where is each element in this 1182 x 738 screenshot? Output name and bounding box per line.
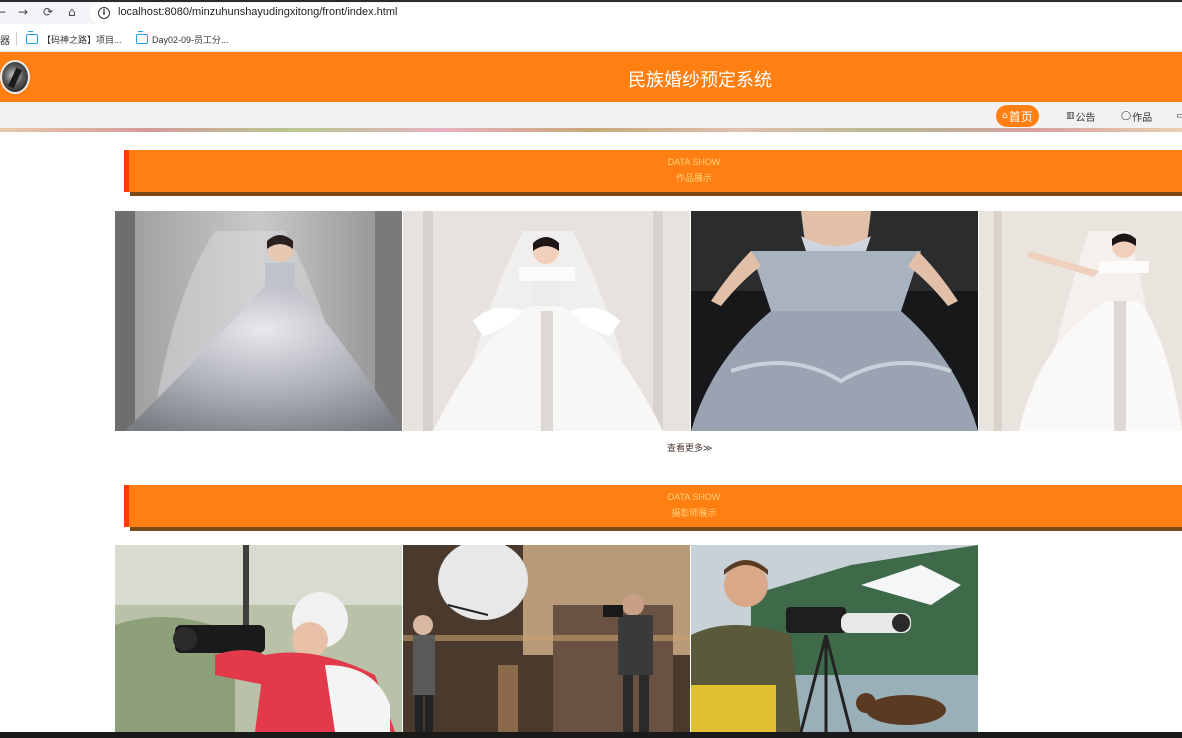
url-text[interactable]: localhost:8080/minzuhunshayudingxitong/f… (118, 6, 397, 18)
nav-item-home[interactable]: ⌂ 首页 (996, 105, 1039, 127)
bookmark-label: Day02-09-员工分... (152, 34, 229, 45)
works-gallery (115, 211, 1182, 431)
apps-icon[interactable]: 器 (0, 32, 10, 47)
home-icon: ⌂ (1002, 111, 1008, 121)
site-header: 民族婚纱预定系统 (0, 52, 1182, 102)
nav-label: 公告 (1075, 112, 1096, 124)
banner-shadow (130, 192, 1182, 196)
work-image[interactable] (691, 211, 978, 431)
banner-shadow (130, 527, 1182, 531)
bookmark-item[interactable]: Day02-09-员工分... (136, 32, 229, 46)
address-bar[interactable]: i localhost:8080/minzuhunshayudingxitong… (90, 3, 1182, 24)
nav-label: 首页 (1008, 109, 1033, 124)
main-nav: ⌂ 首页 ▥ 公告 ◯ 作品 ▭ (0, 102, 1182, 128)
bookmark-item[interactable]: 【码神之路】项目... (26, 32, 122, 46)
notice-icon: ▥ (1066, 111, 1075, 121)
taskbar-edge (0, 732, 1182, 738)
reload-icon[interactable]: ⟳ (43, 5, 53, 19)
nav-item-notice[interactable]: ▥ 公告 (1066, 105, 1096, 127)
photographer-image[interactable] (403, 545, 690, 732)
section-subtitle-en: DATA SHOW (667, 492, 721, 502)
bilibili-icon (26, 34, 38, 44)
bilibili-icon (136, 34, 148, 44)
work-image[interactable] (403, 211, 690, 431)
home-icon[interactable]: ⌂ (68, 5, 76, 19)
section-title: 摄影师展示 (671, 509, 717, 519)
back-icon[interactable]: ← (0, 5, 6, 19)
work-image[interactable] (115, 211, 402, 431)
more-icon: ▭ (1176, 111, 1182, 121)
section-subtitle-en: DATA SHOW (667, 157, 721, 167)
bookmark-label: 【码神之路】项目... (42, 34, 122, 45)
work-image[interactable] (979, 211, 1182, 431)
bookmarks-bar: 器 【码神之路】项目... Day02-09-员工分... (0, 24, 1182, 52)
section-title: 作品展示 (675, 174, 712, 184)
works-icon: ◯ (1121, 111, 1132, 121)
nav-label: 作品 (1132, 112, 1153, 124)
section-banner-works: DATA SHOW 作品展示 (124, 150, 1182, 198)
nav-item-more[interactable]: ▭ (1176, 105, 1182, 127)
site-title: 民族婚纱预定系统 (628, 70, 772, 91)
photographer-image[interactable] (115, 545, 402, 732)
browser-toolbar: ← → ⟳ ⌂ i localhost:8080/minzuhunshayudi… (0, 0, 1182, 24)
view-more-link[interactable]: 查看更多≫ (667, 441, 712, 454)
photographers-gallery (115, 545, 978, 732)
decorative-banner-strip (0, 128, 1182, 132)
forward-icon[interactable]: → (18, 5, 28, 19)
photographer-image[interactable] (691, 545, 978, 732)
site-info-icon[interactable]: i (98, 7, 110, 19)
bookmarks-divider (16, 32, 17, 46)
section-banner-photographers: DATA SHOW 摄影师展示 (124, 485, 1182, 533)
nav-item-works[interactable]: ◯ 作品 (1121, 105, 1152, 127)
